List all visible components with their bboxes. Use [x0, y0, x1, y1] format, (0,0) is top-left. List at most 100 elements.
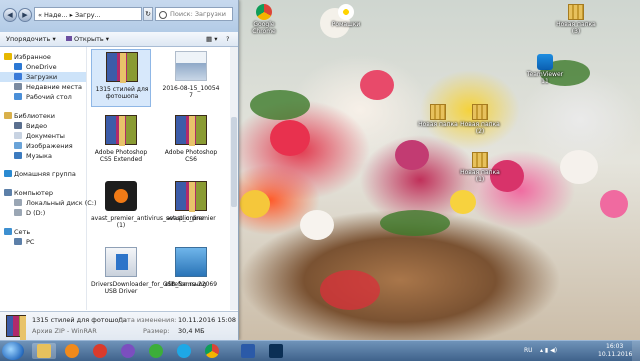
chrome-icon	[256, 4, 272, 20]
search-input[interactable]: Поиск: Загрузки	[155, 7, 233, 21]
refresh-icon: ↻	[145, 10, 151, 18]
skype-icon	[177, 344, 191, 358]
show-desktop-button[interactable]	[632, 341, 640, 361]
nav-homegroup[interactable]: Домашняя группа	[0, 169, 86, 179]
forward-button[interactable]: ▶	[18, 8, 32, 22]
nav-drive-d[interactable]: D (D:)	[0, 208, 86, 218]
help-button[interactable]: ?	[226, 34, 229, 44]
flowers-icon	[338, 4, 354, 20]
taskbar-word[interactable]	[236, 343, 260, 359]
file-name: Adobe Photoshop CS5 Extended	[94, 149, 148, 163]
star-icon	[4, 53, 12, 60]
clock-date[interactable]: 10.11.2016	[598, 351, 632, 358]
taskbar-chrome[interactable]	[200, 343, 224, 359]
refresh-button[interactable]: ↻	[143, 7, 153, 21]
clock-time[interactable]: 16:03	[606, 343, 623, 350]
taskbar-skype[interactable]	[172, 343, 196, 359]
taskbar-viber[interactable]	[116, 343, 140, 359]
teamviewer-icon	[537, 54, 553, 70]
file-item[interactable]: avast_premier_antivirus_setup_online (1)	[91, 179, 204, 237]
breadcrumb-item[interactable]: Наде...	[44, 11, 68, 19]
desktop-icon	[14, 93, 22, 100]
desktop-icon-label: Новая папка (1)	[460, 169, 500, 183]
start-button[interactable]	[2, 342, 24, 360]
desktop-icon-chrome[interactable]: Google Chrome	[244, 4, 284, 35]
downloads-folder-icon	[14, 73, 22, 80]
tray-icons[interactable]: ▴ ▮ ◀)	[540, 347, 557, 354]
computer-icon	[4, 189, 12, 196]
desktop-icon-label: Новая папка	[418, 121, 458, 128]
vertical-scrollbar[interactable]	[230, 47, 238, 310]
desktop-icon-label: TeamViewer 11	[526, 71, 564, 85]
zip-folder-icon	[568, 4, 584, 20]
desktop-icon-new-folder[interactable]: Новая папка	[418, 104, 458, 128]
nav-downloads[interactable]: Загрузки	[0, 72, 86, 82]
pictures-icon	[14, 142, 22, 149]
desktop-icon-new-folder-2[interactable]: Новая папка (2)	[460, 104, 500, 135]
zip-folder-icon	[430, 104, 446, 120]
desktop-icon-label: Новая папка (3)	[556, 21, 596, 35]
explorer-titlebar: ◀ ▶ « Наде... ▸ Загру... ↻ Поиск: Загруз…	[0, 0, 238, 32]
nav-drive-c[interactable]: Локальный диск (C:)	[0, 198, 97, 208]
file-list: 1315 стилей для фотошопа 2016-08-15_1005…	[87, 47, 230, 310]
chrome-icon	[205, 344, 219, 358]
file-name: Adobe Photoshop CS6	[164, 149, 218, 163]
drive-icon	[14, 209, 22, 216]
address-bar[interactable]: « Наде... ▸ Загру...	[34, 7, 142, 21]
nav-pc[interactable]: PC	[0, 237, 86, 247]
nav-onedrive[interactable]: OneDrive	[0, 62, 86, 72]
desktop-icon-new-folder-1[interactable]: Новая папка (1)	[460, 152, 500, 183]
nav-network[interactable]: Сеть	[0, 227, 86, 237]
wallpaper-heart	[320, 270, 380, 310]
nav-favorites[interactable]: Избранное	[0, 52, 86, 62]
search-placeholder: Поиск: Загрузки	[170, 10, 226, 18]
homegroup-icon	[4, 170, 12, 177]
details-pane: 1315 стилей для фотошопа Архив ZIP - Win…	[0, 311, 238, 346]
file-item[interactable]: 1315 стилей для фотошопа	[91, 49, 151, 107]
taskbar-icq[interactable]	[144, 343, 168, 359]
file-item[interactable]: avastlic_premier	[161, 179, 221, 237]
file-item[interactable]: elitefon.ru-22069	[161, 245, 221, 303]
desktop-icon-flowers[interactable]: Ромашки	[326, 4, 366, 28]
image-thumbnail-icon	[175, 247, 207, 277]
taskbar-media-player[interactable]	[60, 343, 84, 359]
nav-libraries[interactable]: Библиотеки	[0, 111, 86, 121]
recent-places-icon	[14, 83, 22, 90]
file-item[interactable]: 2016-08-15_10054 7	[161, 49, 221, 107]
breadcrumb-item[interactable]: Загру...	[75, 11, 101, 19]
nav-computer[interactable]: Компьютер	[0, 188, 86, 198]
language-indicator[interactable]: RU	[524, 347, 533, 354]
taskbar-explorer[interactable]	[32, 343, 56, 359]
winrar-archive-icon	[175, 115, 207, 146]
details-size-label: Размер:	[143, 327, 170, 335]
desktop-icon-label: Ромашки	[331, 21, 361, 28]
wallpaper-flower	[450, 190, 476, 214]
scrollbar-thumb[interactable]	[231, 117, 237, 207]
viber-icon	[121, 344, 135, 358]
nav-documents[interactable]: Документы	[0, 131, 86, 141]
file-item[interactable]: DriversDownloader_for_GSB_Samsung USB Dr…	[91, 245, 206, 303]
desktop-icon-teamviewer[interactable]: TeamViewer 11	[525, 54, 565, 85]
open-menu[interactable]: Открыть ▾	[66, 34, 109, 44]
wallpaper-leaf	[380, 210, 450, 236]
details-file-type: Архив ZIP - WinRAR	[32, 327, 97, 335]
nav-music[interactable]: Музыка	[0, 151, 86, 161]
file-name: elitefon.ru-22069	[164, 281, 218, 288]
desktop-icon-label: Новая папка (2)	[460, 121, 500, 135]
file-name: 2016-08-15_10054 7	[162, 85, 220, 99]
taskbar: RU ▴ ▮ ◀) 16:03 10.11.2016	[0, 340, 640, 361]
organize-menu[interactable]: Упорядочить ▾	[6, 34, 56, 44]
desktop-icon-folder-3[interactable]: Новая папка (3)	[556, 4, 596, 35]
nav-recent[interactable]: Недавние места	[0, 82, 86, 92]
nav-pictures[interactable]: Изображения	[0, 141, 86, 151]
file-item[interactable]: Adobe Photoshop CS5 Extended	[91, 113, 151, 171]
nav-video[interactable]: Видео	[0, 121, 86, 131]
nav-desktop[interactable]: Рабочий стол	[0, 92, 86, 102]
file-item[interactable]: Adobe Photoshop CS6	[161, 113, 221, 171]
taskbar-photoshop[interactable]	[264, 343, 288, 359]
drive-icon	[14, 199, 22, 206]
taskbar-yandex[interactable]	[88, 343, 112, 359]
view-options-button[interactable]: ▦ ▾	[206, 34, 217, 44]
back-button[interactable]: ◀	[3, 8, 17, 22]
video-icon	[14, 122, 22, 129]
